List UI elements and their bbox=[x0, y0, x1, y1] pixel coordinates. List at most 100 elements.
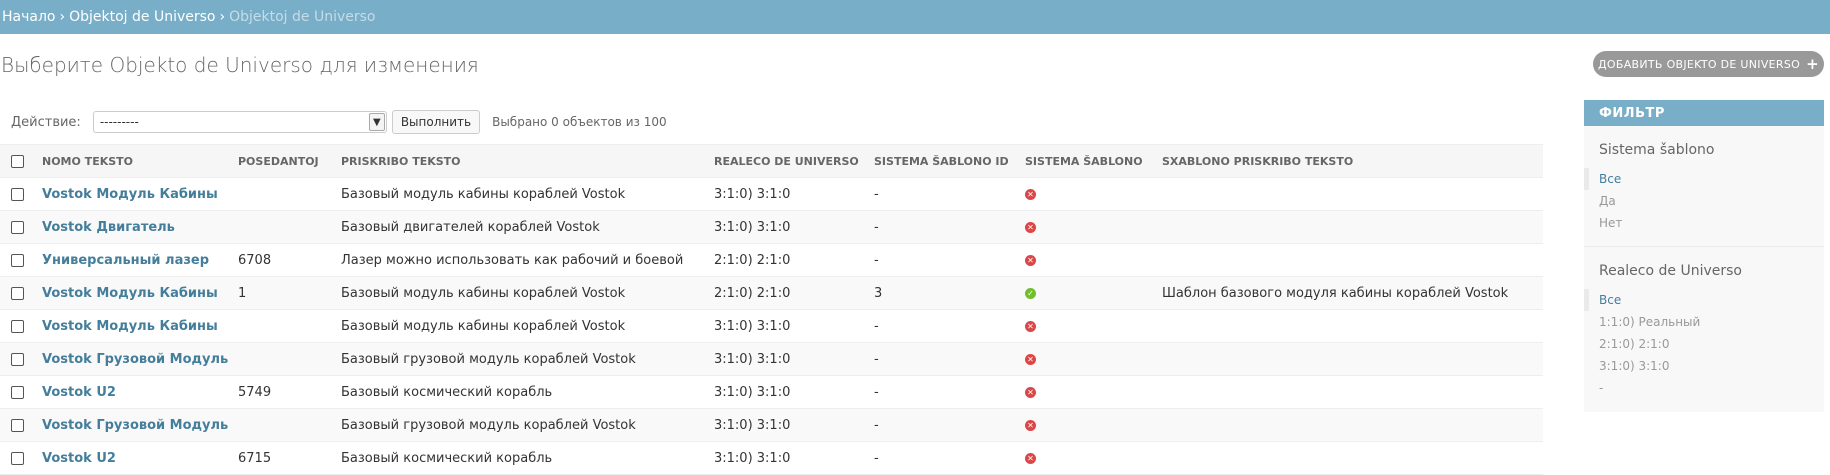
object-link[interactable]: Vostok Грузовой Модуль bbox=[42, 352, 228, 367]
description-cell: Базовый грузовой модуль кораблей Vostok bbox=[333, 408, 706, 442]
reality-cell: 2:1:0) 2:1:0 bbox=[706, 243, 866, 277]
row-checkbox[interactable] bbox=[11, 385, 24, 399]
template-description-cell: Шаблон базового модуля кабины кораблей V… bbox=[1154, 276, 1543, 310]
template-id-cell: - bbox=[866, 243, 1017, 277]
table-row: Vostok U2 6715 Базовый космический корабль… bbox=[0, 441, 1543, 475]
object-link[interactable]: Vostok Двигатель bbox=[42, 220, 175, 235]
table-row: Vostok Грузовой Модуль Базовый грузовой м… bbox=[0, 342, 1543, 376]
column-header[interactable]: SISTEMA ŠABLONO bbox=[1017, 144, 1154, 178]
filter-group-title: Realeco de Universo bbox=[1599, 263, 1742, 279]
action-select[interactable]: --------- ▼ bbox=[92, 111, 387, 133]
template-description-cell bbox=[1154, 243, 1543, 277]
filter-option-list: Все Да Нет bbox=[1584, 168, 1824, 234]
row-checkbox[interactable] bbox=[11, 253, 24, 267]
row-checkbox[interactable] bbox=[11, 187, 24, 201]
column-header[interactable]: REALECO DE UNIVERSO bbox=[706, 144, 866, 178]
chevron-down-icon[interactable]: ▼ bbox=[368, 113, 385, 131]
owner-cell: 5749 bbox=[230, 375, 333, 409]
filter-title: ФИЛЬТР bbox=[1584, 100, 1824, 126]
reality-cell: 2:1:0) 2:1:0 bbox=[706, 276, 866, 310]
template-id-cell: - bbox=[866, 177, 1017, 211]
run-action-button[interactable]: Выполнить bbox=[391, 110, 481, 134]
template-description-cell bbox=[1154, 309, 1543, 343]
cross-circle-icon: ✕ bbox=[1025, 419, 1036, 431]
owner-cell bbox=[230, 309, 333, 343]
object-link[interactable]: Vostok Модуль Кабины bbox=[42, 319, 218, 334]
object-link[interactable]: Vostok Грузовой Модуль bbox=[42, 418, 228, 433]
select-all-checkbox[interactable] bbox=[11, 154, 24, 168]
breadcrumb-separator: › bbox=[219, 9, 226, 25]
filter-option[interactable]: - bbox=[1584, 377, 1824, 399]
template-description-cell bbox=[1154, 441, 1543, 475]
name-cell: Vostok Двигатель bbox=[34, 210, 230, 244]
filter-option[interactable]: Все bbox=[1584, 289, 1824, 311]
template-id-cell: 3 bbox=[866, 276, 1017, 310]
template-status-cell: ✓ bbox=[1017, 276, 1154, 310]
column-header[interactable]: NOMO TEKSTO bbox=[34, 144, 230, 178]
reality-cell: 3:1:0) 3:1:0 bbox=[706, 375, 866, 409]
row-checkbox[interactable] bbox=[11, 286, 24, 300]
row-checkbox[interactable] bbox=[11, 451, 24, 465]
row-select-cell bbox=[0, 210, 34, 244]
filter-option[interactable]: 3:1:0) 3:1:0 bbox=[1584, 355, 1824, 377]
description-cell: Базовый модуль кабины кораблей Vostok bbox=[333, 309, 706, 343]
template-id-cell: - bbox=[866, 408, 1017, 442]
template-status-cell: ✕ bbox=[1017, 309, 1154, 343]
breadcrumb-section[interactable]: Objektoj de Universo bbox=[69, 9, 215, 25]
object-link[interactable]: Vostok Модуль Кабины bbox=[42, 286, 218, 301]
row-select-cell bbox=[0, 441, 34, 475]
row-select-cell bbox=[0, 276, 34, 310]
filter-option[interactable]: 1:1:0) Реальный bbox=[1584, 311, 1824, 333]
row-select-cell bbox=[0, 375, 34, 409]
row-checkbox[interactable] bbox=[11, 319, 24, 333]
name-cell: Vostok Модуль Кабины bbox=[34, 276, 230, 310]
select-all-header bbox=[0, 144, 34, 178]
reality-cell: 3:1:0) 3:1:0 bbox=[706, 210, 866, 244]
template-status-cell: ✕ bbox=[1017, 210, 1154, 244]
object-link[interactable]: Vostok Модуль Кабины bbox=[42, 187, 218, 202]
template-status-cell: ✕ bbox=[1017, 243, 1154, 277]
table-row: Универсальный лазер 6708 Лазер можно испол… bbox=[0, 243, 1543, 277]
filter-option[interactable]: Нет bbox=[1584, 212, 1824, 234]
name-cell: Vostok Грузовой Модуль bbox=[34, 342, 230, 376]
row-select-cell bbox=[0, 309, 34, 343]
description-cell: Базовый модуль кабины кораблей Vostok bbox=[333, 276, 706, 310]
row-select-cell bbox=[0, 243, 34, 277]
template-id-cell: - bbox=[866, 342, 1017, 376]
filter-option-list: Все 1:1:0) Реальный 2:1:0) 2:1:0 3:1:0) 3:1… bbox=[1584, 289, 1824, 399]
table-row: Vostok Модуль Кабины 1 Базовый модуль каби… bbox=[0, 276, 1543, 310]
filter-group-title: Sistema šablono bbox=[1599, 142, 1715, 158]
description-cell: Базовый двигателей кораблей Vostok bbox=[333, 210, 706, 244]
row-checkbox[interactable] bbox=[11, 220, 24, 234]
column-header[interactable]: POSEDANTOJ bbox=[230, 144, 333, 178]
template-description-cell bbox=[1154, 342, 1543, 376]
row-checkbox[interactable] bbox=[11, 418, 24, 432]
check-circle-icon: ✓ bbox=[1025, 287, 1036, 299]
add-object-button[interactable]: ДОБАВИТЬ OBJEKTO DE UNIVERSO + bbox=[1593, 51, 1824, 77]
column-header[interactable]: PRISKRIBO TEKSTO bbox=[333, 144, 706, 178]
object-link[interactable]: Универсальный лазер bbox=[42, 253, 209, 268]
reality-cell: 3:1:0) 3:1:0 bbox=[706, 342, 866, 376]
filter-option[interactable]: Да bbox=[1584, 190, 1824, 212]
filter-option[interactable]: 2:1:0) 2:1:0 bbox=[1584, 333, 1824, 355]
reality-cell: 3:1:0) 3:1:0 bbox=[706, 177, 866, 211]
filter-option[interactable]: Все bbox=[1584, 168, 1824, 190]
cross-circle-icon: ✕ bbox=[1025, 221, 1036, 233]
cross-circle-icon: ✕ bbox=[1025, 320, 1036, 332]
breadcrumb-home[interactable]: Начало bbox=[2, 9, 55, 25]
action-bar: Действие: --------- ▼ Выполнить Выбрано … bbox=[0, 108, 1543, 136]
name-cell: Vostok U2 bbox=[34, 375, 230, 409]
reality-cell: 3:1:0) 3:1:0 bbox=[706, 309, 866, 343]
column-header[interactable]: SISTEMA ŠABLONO ID bbox=[866, 144, 1017, 178]
description-cell: Лазер можно использовать как рабочий и б… bbox=[333, 243, 706, 277]
table-header-row: NOMO TEKSTO POSEDANTOJ PRISKRIBO TEKSTO … bbox=[0, 144, 1543, 178]
table-row: Vostok Грузовой Модуль Базовый грузовой м… bbox=[0, 408, 1543, 442]
plus-icon: + bbox=[1806, 54, 1819, 73]
name-cell: Vostok U2 bbox=[34, 441, 230, 475]
cross-circle-icon: ✕ bbox=[1025, 188, 1036, 200]
object-link[interactable]: Vostok U2 bbox=[42, 385, 116, 400]
row-select-cell bbox=[0, 177, 34, 211]
object-link[interactable]: Vostok U2 bbox=[42, 451, 116, 466]
column-header[interactable]: SXABLONO PRISKRIBO TEKSTO bbox=[1154, 144, 1543, 178]
row-checkbox[interactable] bbox=[11, 352, 24, 366]
